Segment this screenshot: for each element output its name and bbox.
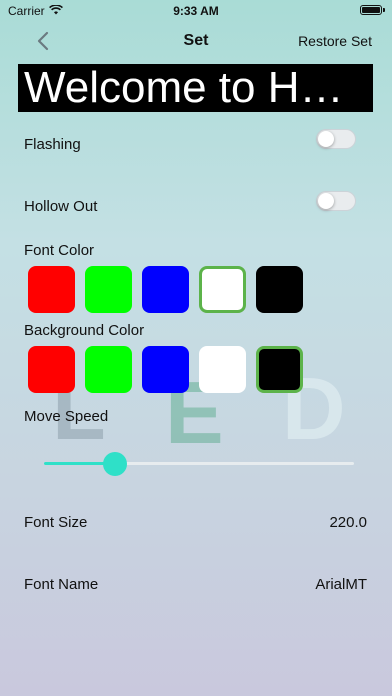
font-color-swatches: [28, 266, 303, 313]
move-speed-label: Move Speed: [24, 408, 109, 425]
font-size-label: Font Size: [24, 514, 88, 531]
slider-thumb[interactable]: [103, 452, 128, 476]
font-color-swatch[interactable]: [199, 266, 246, 313]
restore-set-button[interactable]: Restore Set: [298, 33, 372, 49]
status-time: 9:33 AM: [173, 4, 219, 18]
toggle-knob: [318, 193, 334, 209]
led-preview-banner: Welcome to H…: [18, 64, 373, 112]
navigation-bar: Set Restore Set: [0, 26, 392, 56]
font-color-label: Font Color: [24, 242, 95, 259]
font-color-swatch[interactable]: [28, 266, 75, 313]
hollow-out-toggle[interactable]: [316, 191, 356, 211]
font-color-swatch[interactable]: [142, 266, 189, 313]
status-bar: Carrier 9:33 AM: [0, 0, 392, 22]
background-color-swatches: [28, 346, 303, 393]
font-color-swatch[interactable]: [85, 266, 132, 313]
font-color-swatch[interactable]: [256, 266, 303, 313]
background-color-swatch[interactable]: [256, 346, 303, 393]
flashing-label: Flashing: [24, 136, 81, 153]
background-color-swatch[interactable]: [199, 346, 246, 393]
background-color-swatch[interactable]: [142, 346, 189, 393]
background-color-label: Background Color: [24, 322, 145, 339]
background-color-swatch[interactable]: [28, 346, 75, 393]
font-name-label: Font Name: [24, 576, 99, 593]
toggle-knob: [318, 131, 334, 147]
font-name-value[interactable]: ArialMT: [315, 576, 367, 593]
flashing-toggle[interactable]: [316, 129, 356, 149]
background-color-swatch[interactable]: [85, 346, 132, 393]
hollow-out-label: Hollow Out: [24, 198, 98, 215]
font-size-value[interactable]: 220.0: [329, 514, 367, 531]
battery-icon: [360, 5, 385, 15]
move-speed-slider[interactable]: [44, 452, 354, 476]
